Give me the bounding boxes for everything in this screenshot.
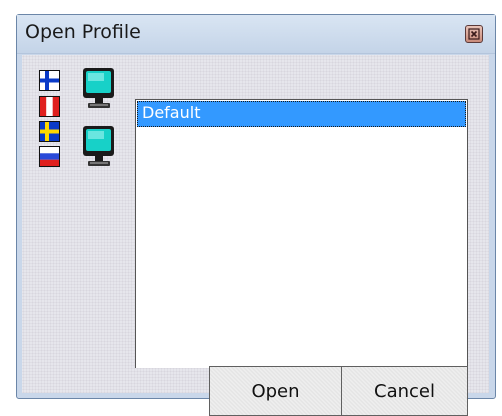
close-icon — [468, 28, 480, 40]
cancel-button[interactable]: Cancel — [341, 366, 468, 416]
monitor-graphic — [83, 68, 114, 108]
dialog-title: Open Profile — [25, 21, 141, 43]
finland-flag-graphic — [40, 71, 59, 90]
monitor-graphic — [83, 126, 114, 166]
profile-listbox[interactable]: Default — [135, 99, 468, 368]
open-profile-dialog: Open Profile Default Open Cancel — [16, 14, 496, 416]
profile-list-item-label: Default — [142, 103, 201, 122]
finland-flag-icon[interactable] — [39, 70, 60, 91]
monitor-icon[interactable] — [82, 125, 116, 168]
sweden-flag-icon[interactable] — [39, 121, 60, 142]
close-button[interactable] — [465, 25, 483, 43]
russia-flag-graphic — [40, 147, 59, 166]
profile-list-item-default[interactable]: Default — [137, 101, 466, 127]
russia-flag-icon[interactable] — [39, 146, 60, 167]
open-button[interactable]: Open — [209, 366, 342, 416]
italy-flag-icon[interactable] — [39, 96, 60, 117]
title-bar[interactable]: Open Profile — [17, 15, 495, 54]
italy-flag-graphic — [40, 97, 59, 116]
sweden-flag-graphic — [40, 122, 59, 141]
monitor-icon[interactable] — [82, 67, 116, 110]
dialog-body: Default Open Cancel — [22, 55, 489, 416]
